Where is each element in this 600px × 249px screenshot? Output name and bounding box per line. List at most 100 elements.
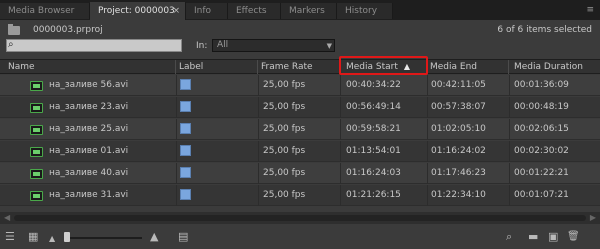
clip-name: на_заливе 23.avi bbox=[49, 102, 129, 112]
column-media-duration-label: Media Duration bbox=[514, 62, 583, 72]
media-end-cell: 00:42:11:05 bbox=[431, 80, 486, 90]
find-icon[interactable]: ⌕ bbox=[506, 231, 512, 242]
icon-view-icon[interactable]: ▦ bbox=[28, 231, 38, 242]
column-label[interactable]: Label bbox=[176, 60, 258, 74]
video-clip-icon bbox=[30, 191, 43, 201]
media-end-cell: 01:02:05:10 bbox=[431, 124, 486, 134]
clip-name: на_заливе 01.avi bbox=[49, 146, 129, 156]
column-header-row: Name Label Frame Rate Media Start ▲ Media… bbox=[0, 59, 600, 74]
tab-history[interactable]: History bbox=[337, 3, 393, 19]
list-view-icon[interactable]: ☰ bbox=[5, 231, 15, 242]
zoom-slider-track[interactable] bbox=[66, 237, 142, 239]
video-clip-icon bbox=[30, 169, 43, 179]
label-color-swatch[interactable] bbox=[180, 79, 191, 90]
column-divider bbox=[176, 119, 177, 140]
scroll-left-icon[interactable]: ◀ bbox=[4, 213, 10, 222]
project-folder-icon bbox=[8, 24, 20, 35]
video-clip-icon bbox=[30, 147, 43, 157]
label-color-swatch[interactable] bbox=[180, 123, 191, 134]
zoom-out-icon[interactable]: ▲ bbox=[49, 233, 55, 244]
table-row[interactable]: на_заливе 25.avi 25,00 fps 00:59:58:21 01:0… bbox=[0, 119, 600, 140]
search-icon: ⌕ bbox=[8, 39, 14, 50]
media-duration-cell: 00:01:22:21 bbox=[514, 168, 569, 178]
new-bin-icon[interactable]: ▬ bbox=[528, 231, 538, 242]
column-divider bbox=[258, 119, 259, 140]
scroll-track[interactable] bbox=[14, 215, 586, 221]
tab-project[interactable]: Project: 0000003 × bbox=[90, 2, 186, 20]
frame-rate-cell: 25,00 fps bbox=[263, 190, 306, 200]
search-input[interactable]: ⌕ bbox=[6, 39, 182, 52]
in-label: In: bbox=[196, 41, 208, 51]
new-item-icon[interactable]: ▣ bbox=[548, 231, 558, 242]
table-row[interactable]: на_заливе 40.avi 25,00 fps 01:16:24:03 01:1… bbox=[0, 163, 600, 184]
column-divider bbox=[509, 75, 510, 96]
column-media-end[interactable]: Media End bbox=[427, 60, 509, 74]
table-row[interactable]: на_заливе 31.avi 25,00 fps 01:21:26:15 01:2… bbox=[0, 185, 600, 206]
column-divider bbox=[509, 97, 510, 118]
media-duration-cell: 00:01:36:09 bbox=[514, 80, 569, 90]
clip-name: на_заливе 25.avi bbox=[49, 124, 129, 134]
column-divider bbox=[509, 185, 510, 206]
media-end-cell: 01:17:46:23 bbox=[431, 168, 486, 178]
tab-label: Media Browser bbox=[8, 6, 75, 16]
label-color-swatch[interactable] bbox=[180, 167, 191, 178]
media-start-cell: 01:13:54:01 bbox=[346, 146, 401, 156]
in-dropdown[interactable]: All ▼ bbox=[212, 39, 335, 52]
column-divider bbox=[340, 185, 341, 206]
tab-label: Markers bbox=[289, 6, 325, 16]
clip-name: на_заливе 56.avi bbox=[49, 80, 129, 90]
table-row[interactable]: на_заливе 01.avi 25,00 fps 01:13:54:01 01:1… bbox=[0, 141, 600, 162]
column-divider bbox=[258, 163, 259, 184]
label-color-swatch[interactable] bbox=[180, 189, 191, 200]
label-color-swatch[interactable] bbox=[180, 101, 191, 112]
column-media-duration[interactable]: Media Duration bbox=[509, 60, 600, 74]
column-divider bbox=[340, 141, 341, 162]
horizontal-scrollbar[interactable]: ◀ ▶ bbox=[0, 212, 600, 224]
tab-info[interactable]: Info bbox=[186, 3, 228, 19]
column-name-label: Name bbox=[8, 62, 35, 72]
close-icon[interactable]: × bbox=[172, 2, 180, 20]
sort-highlight-box bbox=[339, 56, 428, 75]
column-divider bbox=[427, 163, 428, 184]
frame-rate-cell: 25,00 fps bbox=[263, 80, 306, 90]
column-divider bbox=[427, 119, 428, 140]
scroll-right-icon[interactable]: ▶ bbox=[590, 213, 596, 222]
table-row[interactable]: на_заливе 23.avi 25,00 fps 00:56:49:14 00:5… bbox=[0, 97, 600, 118]
column-name[interactable]: Name bbox=[0, 60, 176, 74]
media-start-cell: 00:59:58:21 bbox=[346, 124, 401, 134]
media-end-cell: 00:57:38:07 bbox=[431, 102, 486, 112]
column-divider bbox=[176, 75, 177, 96]
column-divider bbox=[176, 185, 177, 206]
label-color-swatch[interactable] bbox=[180, 145, 191, 156]
automate-to-sequence-icon[interactable]: ▤ bbox=[178, 231, 188, 242]
video-clip-icon bbox=[30, 125, 43, 135]
zoom-slider-handle[interactable] bbox=[64, 232, 70, 242]
column-divider bbox=[427, 97, 428, 118]
media-start-cell: 01:21:26:15 bbox=[346, 190, 401, 200]
tab-media-browser[interactable]: Media Browser bbox=[0, 3, 90, 19]
chevron-down-icon: ▼ bbox=[326, 42, 332, 50]
tab-label: Info bbox=[194, 6, 212, 16]
column-frame-rate[interactable]: Frame Rate bbox=[258, 60, 340, 74]
media-duration-cell: 00:00:48:19 bbox=[514, 102, 569, 112]
bottom-toolbar: ☰ ▦ ▲ ▲ ▤ ⌕ ▬ ▣ 🗑 bbox=[0, 225, 600, 249]
column-divider bbox=[340, 163, 341, 184]
frame-rate-cell: 25,00 fps bbox=[263, 102, 306, 112]
video-clip-icon bbox=[30, 81, 43, 91]
clip-name: на_заливе 40.avi bbox=[49, 168, 129, 178]
media-duration-cell: 00:02:30:02 bbox=[514, 146, 569, 156]
column-divider bbox=[427, 75, 428, 96]
zoom-in-icon[interactable]: ▲ bbox=[150, 231, 158, 242]
tab-effects[interactable]: Effects bbox=[228, 3, 281, 19]
trash-icon[interactable]: 🗑 bbox=[567, 231, 580, 242]
table-row[interactable]: на_заливе 56.avi 25,00 fps 00:40:34:22 00:4… bbox=[0, 75, 600, 96]
column-divider bbox=[258, 75, 259, 96]
video-clip-icon bbox=[30, 103, 43, 113]
column-divider bbox=[509, 141, 510, 162]
selection-status: 6 of 6 items selected bbox=[497, 25, 592, 35]
column-divider bbox=[340, 119, 341, 140]
tab-markers[interactable]: Markers bbox=[281, 3, 337, 19]
panel-menu-icon[interactable]: ≡ bbox=[586, 5, 594, 15]
column-divider bbox=[427, 185, 428, 206]
column-divider bbox=[427, 141, 428, 162]
